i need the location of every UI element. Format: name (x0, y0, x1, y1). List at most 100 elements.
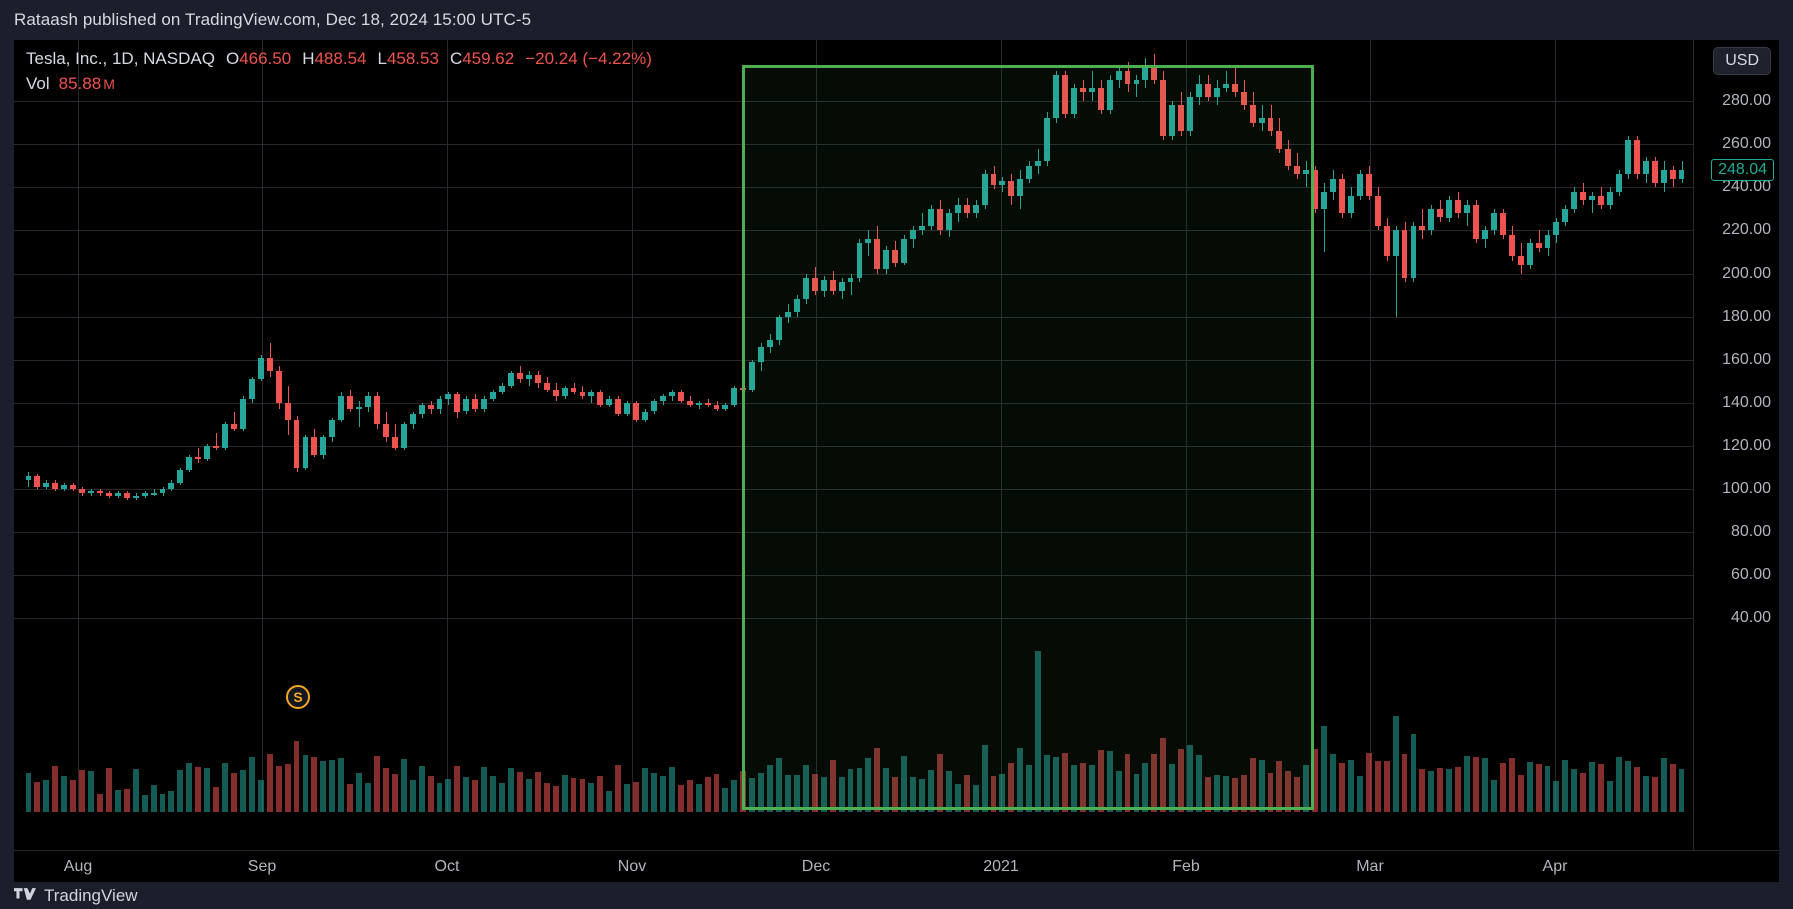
candle-body (579, 392, 586, 397)
volume-bar (642, 767, 648, 812)
price-tick-label: 160.00 (1722, 350, 1771, 368)
candle-body (1624, 139, 1631, 175)
price-tick-label: 60.00 (1730, 566, 1771, 584)
volume-bar (248, 757, 255, 812)
highlight-rectangle[interactable] (742, 65, 1314, 810)
price-tick-label: 240.00 (1722, 178, 1771, 196)
attribution-bar: Rataash published on TradingView.com, De… (0, 0, 1793, 40)
volume-bar (1455, 766, 1462, 812)
price-tick-label: 200.00 (1722, 264, 1771, 282)
legend-volume-row: Vol 85.88 M (26, 73, 652, 95)
candle-body (1580, 191, 1587, 201)
candle-body (1598, 195, 1605, 205)
volume-bar (543, 783, 550, 812)
candle-body (1401, 230, 1408, 278)
candle-body (1517, 256, 1524, 265)
candle-body (543, 383, 550, 390)
volume-bar (1499, 762, 1506, 812)
tradingview-logo[interactable]: TradingView (14, 886, 138, 906)
candle-body (1482, 230, 1488, 240)
price-tick-label: 260.00 (1722, 135, 1771, 153)
candle-body (1446, 200, 1453, 218)
candle-body (177, 469, 184, 483)
legend-ohlc-row: Tesla, Inc., 1D, NASDAQ O 466.50 H 488.54 … (26, 48, 652, 70)
volume-bar (624, 784, 631, 812)
price-scale[interactable]: USD 280.00 260.00 240.00 220.00 200.00 180.00… (1693, 40, 1779, 850)
volume-bar (347, 784, 354, 812)
candle-body (293, 420, 300, 468)
candle-body (61, 484, 68, 490)
candle-body (400, 424, 407, 449)
chart-legend: Tesla, Inc., 1D, NASDAQ O 466.50 H 488.54 … (26, 48, 652, 95)
volume-bar (1607, 780, 1613, 812)
volume-bar (1365, 753, 1372, 812)
volume-bar (400, 758, 407, 812)
volume-bar (320, 760, 327, 812)
currency-badge[interactable]: USD (1713, 47, 1771, 75)
volume-bar (1383, 761, 1390, 812)
volume-bar (445, 778, 452, 812)
time-tick-label: Nov (617, 858, 647, 875)
volume-bar (159, 793, 166, 812)
volume-bar (695, 783, 702, 812)
volume-bar (1660, 757, 1667, 812)
price-tick-label: 80.00 (1730, 523, 1771, 541)
volume-bar (490, 776, 497, 812)
volume-bar (311, 756, 318, 812)
volume-bar (1490, 780, 1497, 812)
volume-bar (427, 775, 434, 812)
volume-bar (677, 784, 684, 812)
volume-bar (266, 753, 273, 812)
candle-body (472, 398, 479, 410)
volume-bar (418, 765, 425, 812)
tradingview-chart-screenshot: Rataash published on TradingView.com, De… (0, 0, 1793, 909)
candle-body (731, 387, 738, 406)
time-scale[interactable]: Aug Sep Oct Nov Dec 2021 Feb Mar Apr (14, 850, 1779, 882)
candle-body (1562, 208, 1569, 222)
candle-body (1589, 195, 1596, 201)
volume-bar (463, 776, 470, 812)
volume-bar (1419, 769, 1426, 812)
volume-bar (1535, 763, 1542, 812)
volume-bar (1669, 763, 1676, 812)
candle-body (1392, 230, 1399, 257)
footer-bar: TradingView (0, 882, 1793, 909)
candle-body (534, 374, 541, 384)
volume-bar (1339, 763, 1345, 812)
volume-bar (1330, 753, 1336, 812)
candle-body (311, 437, 318, 455)
candle-body (445, 394, 452, 399)
candle-body (97, 491, 103, 494)
candle-body (213, 446, 220, 449)
volume-bar (43, 779, 50, 812)
chart-frame[interactable]: S Tesla, Inc., 1D, NASDAQ O 466.50 H 488.5… (14, 40, 1779, 850)
candle-body (1339, 178, 1345, 214)
price-tick-label: 40.00 (1730, 609, 1771, 627)
volume-bar (1410, 733, 1417, 812)
volume-bar (1678, 769, 1685, 812)
split-marker[interactable]: S (286, 685, 310, 709)
candle-body (1419, 226, 1426, 231)
chart-pane[interactable]: S Tesla, Inc., 1D, NASDAQ O 466.50 H 488.5… (14, 40, 1693, 850)
volume-bar (150, 785, 157, 812)
volume-bar (239, 770, 246, 812)
candle-body (668, 392, 675, 397)
volume-bar (186, 762, 193, 812)
volume-bar (579, 778, 586, 812)
time-tick-label: Aug (63, 858, 93, 875)
candle-body (1473, 204, 1479, 240)
legend-symbol[interactable]: Tesla, Inc., 1D, NASDAQ (26, 48, 215, 70)
last-price-badge: 248.04 (1711, 159, 1774, 181)
volume-bar (132, 768, 139, 812)
volume-bar (204, 767, 211, 812)
volume-bar (1598, 764, 1605, 812)
grid-line-vertical (1370, 40, 1371, 812)
legend-change: −20.24 (−4.22%) (525, 49, 652, 68)
candle-body (525, 374, 532, 380)
price-tick-label: 180.00 (1722, 307, 1771, 325)
volume-bar (409, 779, 416, 812)
time-tick-label: Oct (434, 858, 460, 875)
candle-body (1490, 213, 1497, 231)
volume-bar (1616, 757, 1622, 812)
candle-body (1678, 170, 1685, 179)
